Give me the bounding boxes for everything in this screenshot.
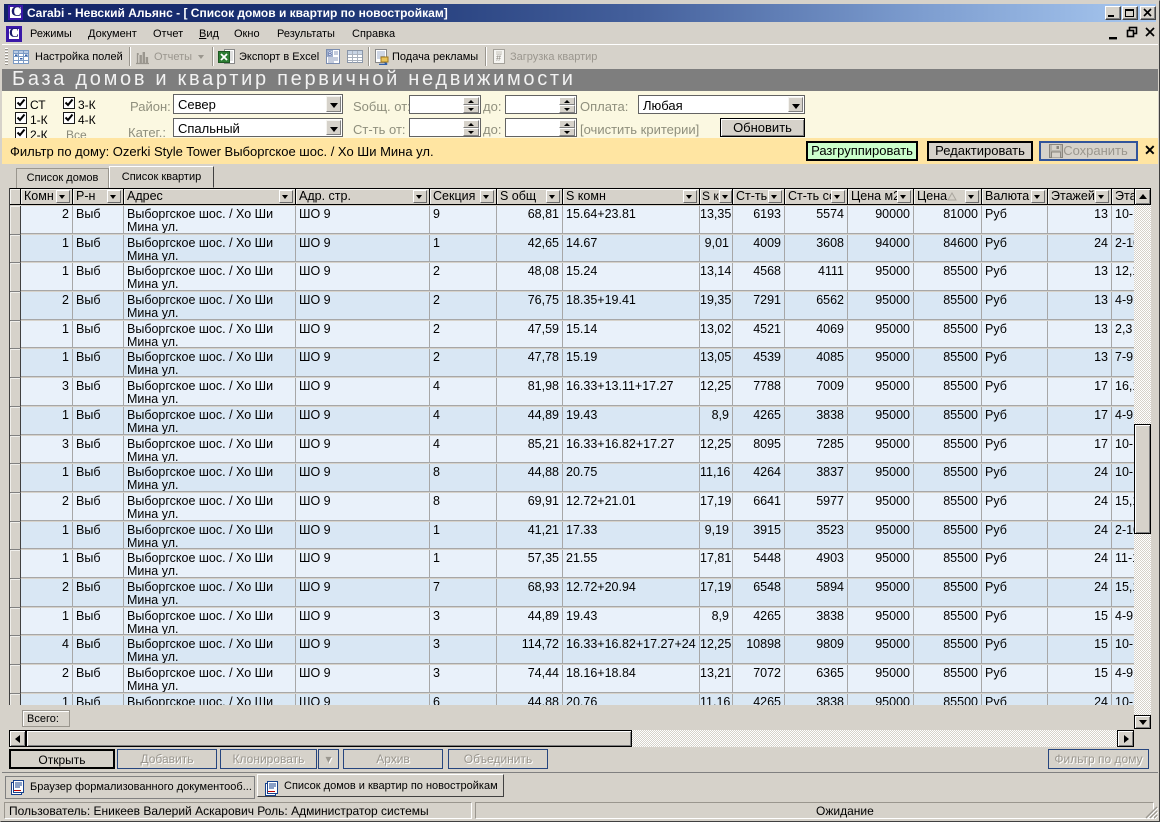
svg-text:B: B <box>328 52 332 58</box>
svg-text:#: # <box>496 53 501 63</box>
